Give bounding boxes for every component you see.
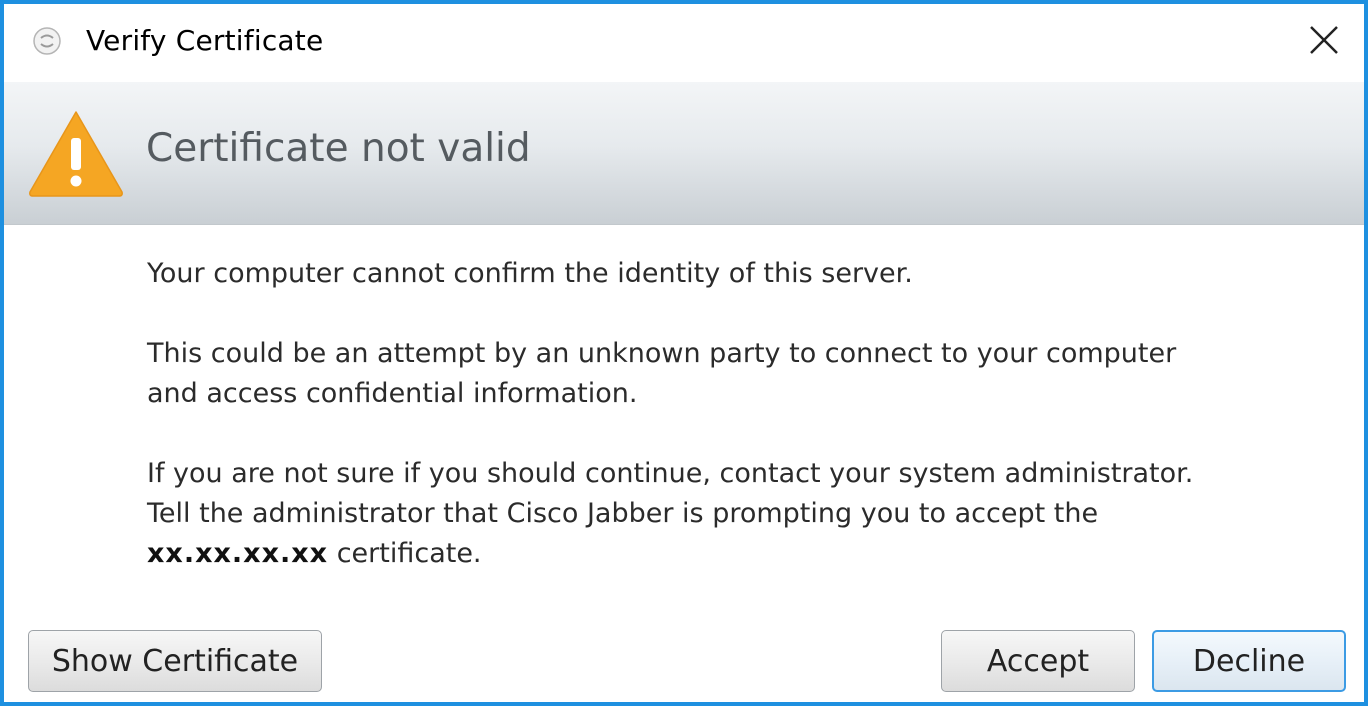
title-bar[interactable]: Verify Certificate [4, 4, 1364, 82]
warning-header: Certificate not valid [4, 82, 1364, 225]
message-line: Tell the administrator that Cisco Jabber… [147, 498, 1099, 529]
warning-icon [29, 111, 123, 197]
message-line: and access confidential information. [147, 378, 638, 409]
decline-button[interactable]: Decline [1152, 630, 1346, 692]
message-body: Your computer cannot confirm the identit… [147, 254, 1287, 614]
header-title: Certificate not valid [146, 126, 531, 171]
verify-certificate-dialog: Verify Certificate Certificate not valid… [0, 0, 1368, 706]
window-title: Verify Certificate [86, 24, 324, 57]
message-paragraph: Your computer cannot confirm the identit… [147, 254, 1287, 294]
show-certificate-button[interactable]: Show Certificate [28, 630, 322, 692]
accept-button[interactable]: Accept [941, 630, 1135, 692]
message-paragraph: This could be an attempt by an unknown p… [147, 334, 1287, 414]
certificate-host: xx.xx.xx.xx [147, 538, 329, 569]
message-paragraph: If you are not sure if you should contin… [147, 454, 1287, 574]
close-icon[interactable] [1302, 18, 1346, 62]
message-line: certificate. [328, 538, 482, 569]
jabber-app-icon [33, 27, 61, 55]
message-line: If you are not sure if you should contin… [147, 458, 1194, 489]
message-line: This could be an attempt by an unknown p… [147, 338, 1177, 369]
message-line: Your computer cannot confirm the identit… [147, 258, 913, 289]
